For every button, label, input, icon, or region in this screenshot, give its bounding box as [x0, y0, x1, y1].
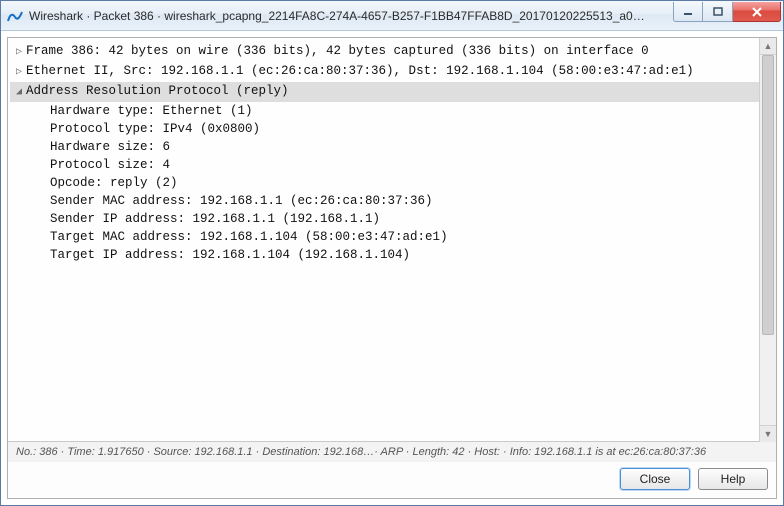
window-close-button[interactable]	[733, 2, 781, 22]
help-button[interactable]: Help	[698, 468, 768, 490]
minimize-button[interactable]	[673, 2, 703, 22]
tree-label: Target MAC address: 192.168.1.104 (58:00…	[50, 228, 448, 246]
tree-row-arp-targetip[interactable]: Target IP address: 192.168.1.104 (192.16…	[10, 246, 774, 264]
scroll-thumb[interactable]	[762, 55, 774, 335]
tree-label: Protocol type: IPv4 (0x0800)	[50, 120, 260, 138]
content-frame: ▷ Frame 386: 42 bytes on wire (336 bits)…	[7, 37, 777, 499]
tree-label: Sender IP address: 192.168.1.1 (192.168.…	[50, 210, 380, 228]
titlebar[interactable]: Wireshark · Packet 386 · wireshark_pcapn…	[1, 1, 783, 31]
scroll-up-icon[interactable]: ▲	[760, 38, 776, 55]
maximize-button[interactable]	[703, 2, 733, 22]
tree-label: Target IP address: 192.168.1.104 (192.16…	[50, 246, 410, 264]
tree-row-arp-opcode[interactable]: Opcode: reply (2)	[10, 174, 774, 192]
packet-tree[interactable]: ▷ Frame 386: 42 bytes on wire (336 bits)…	[8, 38, 776, 441]
packet-details-window: Wireshark · Packet 386 · wireshark_pcapn…	[0, 0, 784, 506]
tree-row-ethernet[interactable]: ▷ Ethernet II, Src: 192.168.1.1 (ec:26:c…	[10, 62, 774, 82]
tree-label: Address Resolution Protocol (reply)	[26, 82, 289, 100]
scroll-down-icon[interactable]: ▼	[760, 425, 776, 442]
tree-label: Frame 386: 42 bytes on wire (336 bits), …	[26, 42, 649, 60]
tree-label: Hardware type: Ethernet (1)	[50, 102, 253, 120]
window-controls	[673, 2, 781, 22]
vertical-scrollbar[interactable]: ▲ ▼	[759, 38, 776, 442]
tree-row-arp-hwtype[interactable]: Hardware type: Ethernet (1)	[10, 102, 774, 120]
dialog-buttons: Close Help	[8, 462, 776, 498]
tree-row-frame[interactable]: ▷ Frame 386: 42 bytes on wire (336 bits)…	[10, 42, 774, 62]
status-bar: No.: 386 · Time: 1.917650 · Source: 192.…	[8, 441, 776, 462]
wireshark-icon	[7, 8, 23, 24]
tree-row-arp[interactable]: ◢ Address Resolution Protocol (reply)	[10, 82, 774, 102]
tree-label: Sender MAC address: 192.168.1.1 (ec:26:c…	[50, 192, 433, 210]
tree-label: Ethernet II, Src: 192.168.1.1 (ec:26:ca:…	[26, 62, 694, 80]
tree-row-arp-hwsize[interactable]: Hardware size: 6	[10, 138, 774, 156]
expand-icon[interactable]: ▷	[12, 64, 26, 82]
tree-label: Hardware size: 6	[50, 138, 170, 156]
tree-row-arp-targetmac[interactable]: Target MAC address: 192.168.1.104 (58:00…	[10, 228, 774, 246]
expand-icon[interactable]: ▷	[12, 44, 26, 62]
tree-row-arp-senderip[interactable]: Sender IP address: 192.168.1.1 (192.168.…	[10, 210, 774, 228]
tree-row-arp-prototype[interactable]: Protocol type: IPv4 (0x0800)	[10, 120, 774, 138]
window-title: Wireshark · Packet 386 · wireshark_pcapn…	[29, 9, 673, 23]
tree-label: Opcode: reply (2)	[50, 174, 178, 192]
tree-label: Protocol size: 4	[50, 156, 170, 174]
tree-row-arp-sendermac[interactable]: Sender MAC address: 192.168.1.1 (ec:26:c…	[10, 192, 774, 210]
tree-row-arp-protosize[interactable]: Protocol size: 4	[10, 156, 774, 174]
close-button[interactable]: Close	[620, 468, 690, 490]
collapse-icon[interactable]: ◢	[12, 84, 26, 102]
